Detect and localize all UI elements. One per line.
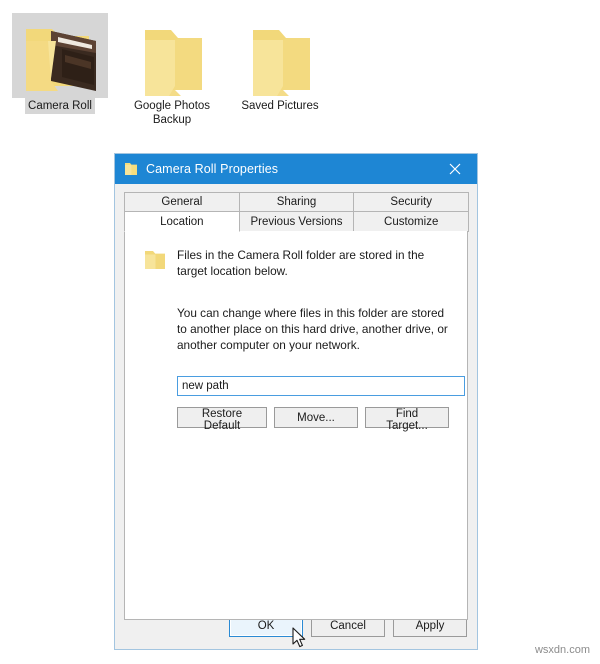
- folder-icon: [253, 30, 310, 96]
- folder-icon: [145, 30, 202, 96]
- folder-icon: [145, 251, 165, 269]
- desktop-icon-label: Saved Pictures: [241, 100, 319, 112]
- desktop-area: Camera Roll Google Photos Backup Saved P…: [0, 0, 600, 150]
- tab-previous-versions[interactable]: Previous Versions: [238, 212, 355, 232]
- tab-label: General: [161, 196, 203, 208]
- close-icon[interactable]: [433, 154, 477, 184]
- move-button[interactable]: Move...: [274, 407, 358, 428]
- camera-roll-icon-box: [8, 12, 112, 98]
- tab-label: Location: [160, 215, 204, 228]
- desktop-icon-label: Google Photos Backup: [133, 100, 211, 126]
- tab-label: Security: [390, 196, 432, 208]
- tab-label: Customize: [384, 215, 439, 228]
- location-description-secondary: You can change where files in this folde…: [177, 306, 448, 352]
- desktop-icon-camera-roll[interactable]: Camera Roll: [8, 12, 112, 114]
- tab-label: Sharing: [276, 196, 317, 208]
- tab-sharing[interactable]: Sharing: [238, 192, 355, 212]
- folder-icon: [125, 163, 137, 175]
- tab-security[interactable]: Security: [353, 192, 470, 212]
- properties-dialog: Camera Roll Properties General Sharing S…: [114, 153, 478, 650]
- dialog-title: Camera Roll Properties: [146, 162, 279, 176]
- folder-with-photo-thumbnail-icon: [26, 29, 96, 91]
- tab-strip: General Sharing Security Location Previo…: [115, 184, 477, 232]
- tab-label: Previous Versions: [250, 215, 343, 228]
- google-photos-backup-icon-box: [120, 12, 224, 98]
- dialog-titlebar: Camera Roll Properties: [115, 154, 477, 184]
- tab-row-bottom: Location Previous Versions Customize: [124, 212, 470, 232]
- tab-customize[interactable]: Customize: [353, 212, 470, 232]
- tab-row-top: General Sharing Security: [124, 192, 470, 212]
- location-action-buttons: Restore Default Move... Find Target...: [177, 407, 449, 432]
- tab-location[interactable]: Location: [124, 212, 240, 232]
- saved-pictures-icon-box: [228, 12, 332, 98]
- location-tab-panel: Files in the Camera Roll folder are stor…: [124, 231, 468, 620]
- selection-highlight: [12, 13, 108, 98]
- desktop-icon-google-photos-backup[interactable]: Google Photos Backup: [120, 12, 224, 128]
- desktop-icon-label: Camera Roll: [25, 98, 95, 114]
- tab-general[interactable]: General: [124, 192, 240, 212]
- location-info-row: Files in the Camera Roll folder are stor…: [143, 247, 449, 279]
- desktop-icon-saved-pictures[interactable]: Saved Pictures: [228, 12, 332, 114]
- restore-default-button[interactable]: Restore Default: [177, 407, 267, 432]
- location-path-input[interactable]: [177, 376, 465, 396]
- location-description-primary: Files in the Camera Roll folder are stor…: [177, 248, 425, 278]
- watermark: wsxdn.com: [534, 644, 590, 656]
- find-target-button[interactable]: Find Target...: [365, 407, 449, 432]
